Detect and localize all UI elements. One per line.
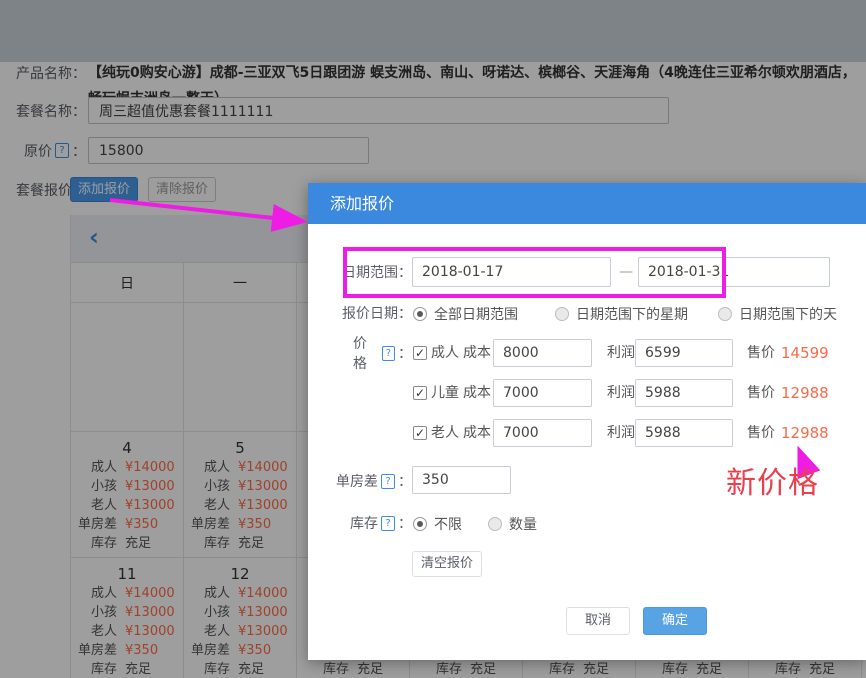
- person-type-label: 老人: [431, 418, 459, 448]
- cost-label: 成本: [463, 418, 491, 448]
- quote-date-label: 报价日期：: [308, 303, 412, 323]
- cost-label: 成本: [463, 378, 491, 408]
- radio-all-date-range[interactable]: 全部日期范围: [413, 304, 518, 324]
- modal-title: 添加报价: [308, 183, 866, 224]
- child-profit-input[interactable]: [635, 379, 733, 407]
- price-label-text: 价格: [353, 333, 379, 373]
- child-checkbox-checked[interactable]: ✓: [413, 386, 427, 400]
- help-icon[interactable]: ?: [381, 474, 395, 489]
- help-icon[interactable]: ?: [382, 346, 395, 361]
- date-range-highlight-box: [343, 247, 726, 298]
- senior-cost-input[interactable]: [493, 419, 592, 447]
- profit-label: 利润: [607, 338, 635, 368]
- single-supplement-label-text: 单房差: [336, 471, 378, 491]
- price-row-child: ✓ 儿童 成本 利润 售价 12988: [353, 378, 858, 408]
- stock-label-text: 库存: [350, 513, 378, 533]
- radio-label: 数量: [509, 514, 537, 534]
- help-icon[interactable]: ?: [381, 516, 395, 531]
- radio-label: 全部日期范围: [434, 304, 518, 324]
- person-type-label: 儿童: [431, 378, 459, 408]
- radio-stock-unlimited[interactable]: 不限: [413, 514, 462, 534]
- clear-quotes-button[interactable]: 清空报价: [412, 551, 482, 577]
- radio-unselected-icon: [555, 307, 569, 321]
- price-row-senior: ✓ 老人 成本 利润 售价 12988: [353, 418, 858, 448]
- radio-label: 不限: [434, 514, 462, 534]
- radio-selected-icon: [413, 517, 427, 531]
- radio-stock-quantity[interactable]: 数量: [488, 514, 537, 534]
- radio-label: 日期范围下的天: [739, 304, 837, 324]
- senior-checkbox-checked[interactable]: ✓: [413, 426, 427, 440]
- senior-profit-input[interactable]: [635, 419, 733, 447]
- radio-weekday-in-range[interactable]: 日期范围下的星期: [555, 304, 688, 324]
- profit-label: 利润: [607, 378, 635, 408]
- price-label-colon: ：: [398, 343, 412, 363]
- child-sell-price: 12988: [781, 378, 829, 408]
- adult-profit-input[interactable]: [635, 339, 733, 367]
- price-row-adult: 价格 ? ： ✓ 成人 成本 利润 售价 14599: [353, 338, 858, 368]
- adult-cost-input[interactable]: [493, 339, 592, 367]
- sell-label: 售价: [747, 378, 775, 408]
- stock-label-colon: ：: [398, 513, 412, 533]
- radio-unselected-icon: [718, 307, 732, 321]
- single-supplement-input[interactable]: [412, 466, 511, 494]
- radio-selected-icon: [413, 307, 427, 321]
- sell-label: 售价: [747, 338, 775, 368]
- person-type-label: 成人: [431, 338, 459, 368]
- quote-date-label-text: 报价日期：: [342, 303, 412, 323]
- cancel-button[interactable]: 取消: [566, 607, 630, 635]
- cost-label: 成本: [463, 338, 491, 368]
- stock-label: 库存 ? ：: [308, 513, 412, 533]
- adult-sell-price: 14599: [781, 338, 829, 368]
- price-label: 价格 ? ：: [353, 338, 412, 368]
- adult-checkbox-checked[interactable]: ✓: [413, 346, 427, 360]
- senior-sell-price: 12988: [781, 418, 829, 448]
- confirm-button[interactable]: 确定: [643, 607, 707, 635]
- single-supplement-colon: ：: [398, 471, 412, 491]
- profit-label: 利润: [607, 418, 635, 448]
- child-cost-input[interactable]: [493, 379, 592, 407]
- single-supplement-label: 单房差 ? ：: [308, 468, 412, 494]
- radio-label: 日期范围下的星期: [576, 304, 688, 324]
- sell-label: 售价: [747, 418, 775, 448]
- new-price-annotation: 新价格: [726, 458, 819, 502]
- radio-unselected-icon: [488, 517, 502, 531]
- radio-day-in-range[interactable]: 日期范围下的天: [718, 304, 837, 324]
- screen: 产品名称： 【纯玩0购安心游】成都-三亚双飞5日跟团游 蜈支洲岛、南山、呀诺达、…: [0, 0, 866, 678]
